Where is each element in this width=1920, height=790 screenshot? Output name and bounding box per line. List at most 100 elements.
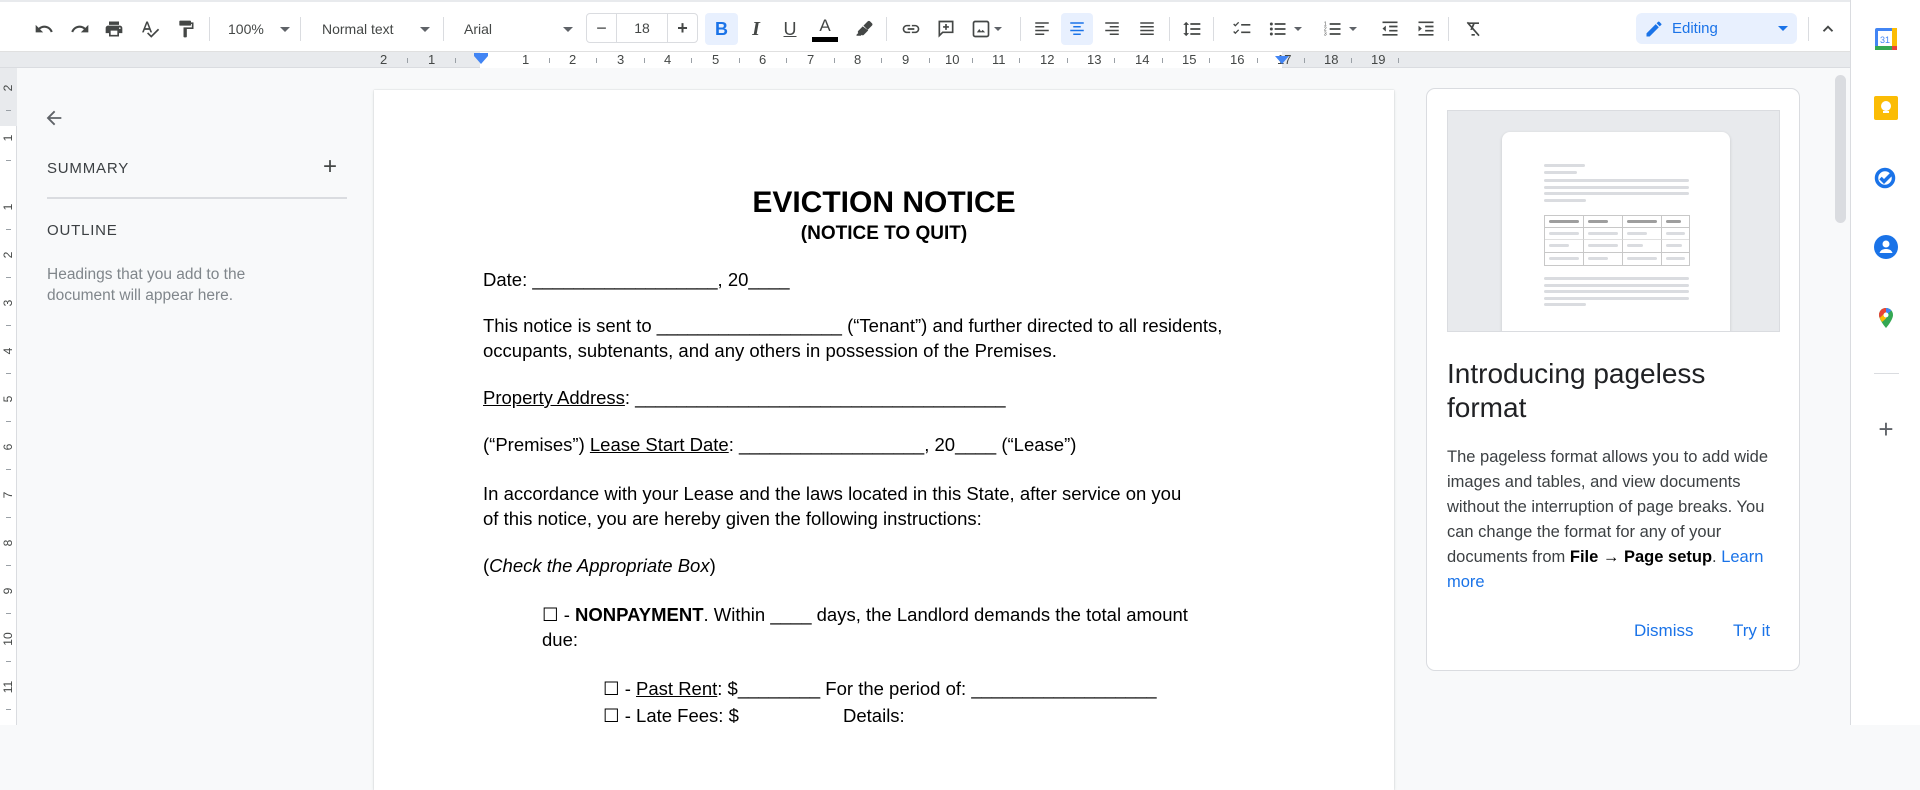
checklist-icon	[1233, 21, 1251, 35]
align-right-button[interactable]	[1098, 15, 1126, 43]
undo-button[interactable]	[30, 15, 58, 43]
document-page[interactable]: EVICTION NOTICE (NOTICE TO QUIT) Date: _…	[374, 90, 1394, 790]
insert-image-button[interactable]	[967, 15, 1005, 43]
notice-line-1: This notice is sent to _________________…	[483, 315, 1223, 336]
align-center-button[interactable]	[1061, 13, 1093, 45]
ruler-tick	[6, 517, 11, 518]
ruler-tick	[1019, 58, 1020, 63]
bold-button[interactable]: B	[705, 13, 738, 45]
collapse-toolbar-button[interactable]	[1814, 15, 1842, 43]
ruler-tick	[407, 58, 408, 63]
chevron-down-icon	[280, 27, 290, 32]
try-it-button[interactable]: Try it	[1729, 619, 1774, 643]
redo-button[interactable]	[66, 15, 94, 43]
close-outline-button[interactable]	[40, 104, 68, 132]
style-select[interactable]: Normal text	[310, 15, 434, 43]
checkbox[interactable]: ☐ -	[542, 604, 575, 625]
ruler-tick-label: 2	[1, 84, 15, 92]
lease-start-label: Lease Start Date	[589, 434, 729, 455]
checkbox[interactable]: ☐ -	[603, 678, 636, 699]
editing-mode-label: Editing	[1672, 20, 1718, 37]
decrease-indent-button[interactable]	[1376, 15, 1404, 43]
ruler-tick-label: 4	[1, 347, 15, 355]
toolbar-divider	[1213, 17, 1214, 41]
highlight-button[interactable]	[850, 15, 878, 43]
vertical-scrollbar[interactable]	[1835, 75, 1846, 223]
illustration-line	[1544, 192, 1689, 195]
decrease-font-button[interactable]: −	[587, 14, 617, 42]
ruler-tick-label: 1	[1, 134, 15, 142]
text-color-button[interactable]: A	[810, 15, 840, 43]
maps-icon	[1879, 308, 1893, 328]
ruler-tick-label: 12	[1040, 52, 1055, 67]
ruler-tick-label: 3	[617, 52, 625, 67]
spellcheck-button[interactable]	[136, 15, 164, 43]
ruler-tick-label: 10	[945, 52, 960, 67]
ruler-tick	[6, 661, 11, 662]
pageless-card-title: Introducing pageless format	[1447, 358, 1706, 423]
ruler-tick-label: 4	[664, 52, 672, 67]
toolbar-divider	[443, 17, 444, 41]
checklist-button[interactable]	[1228, 15, 1256, 43]
clear-formatting-button[interactable]	[1460, 15, 1488, 43]
notice-line-2: occupants, subtenants, and any others in…	[483, 340, 1057, 361]
increase-font-button[interactable]: +	[668, 14, 697, 42]
keep-app-button[interactable]	[1874, 96, 1898, 120]
align-left-button[interactable]	[1028, 15, 1056, 43]
bulleted-list-button[interactable]	[1263, 15, 1307, 43]
font-select[interactable]: Arial	[452, 15, 580, 43]
align-left-icon	[1035, 22, 1049, 35]
italic-button[interactable]: I	[742, 15, 770, 43]
font-size-input[interactable]: 18	[617, 14, 668, 42]
numbered-list-button[interactable]: 123	[1318, 15, 1362, 43]
increase-indent-button[interactable]	[1412, 15, 1440, 43]
side-panel: 31 +	[1850, 0, 1920, 725]
toolbar-divider	[1169, 17, 1170, 41]
link-button[interactable]	[897, 15, 925, 43]
ruler-tick	[596, 58, 597, 63]
right-indent-marker[interactable]	[1275, 56, 1289, 64]
justify-button[interactable]	[1133, 15, 1161, 43]
ruler-tick-label: 13	[1087, 52, 1102, 67]
increase-indent-icon	[1418, 21, 1434, 36]
ruler-tick-label: 7	[807, 52, 815, 67]
get-addons-button[interactable]: +	[1873, 413, 1899, 444]
highlight-icon	[856, 20, 873, 36]
tasks-icon	[1874, 167, 1896, 189]
toolbar-divider	[1020, 17, 1021, 41]
pageless-format-card: Introducing pageless format The pageless…	[1426, 88, 1800, 671]
print-button[interactable]	[100, 15, 128, 43]
ruler-tick	[1162, 58, 1163, 63]
horizontal-ruler[interactable]: 2 1 1 2 3 4 5 6 7 8 9 10 11 12 13 14 15 16 17 18 19	[0, 52, 1850, 68]
editing-mode-select[interactable]: Editing	[1636, 13, 1797, 44]
left-indent-marker[interactable]	[474, 56, 488, 64]
plus-icon: +	[1878, 413, 1894, 444]
past-rent-text: : $________ For the period of: _________…	[717, 678, 1157, 699]
chevron-up-icon	[1822, 25, 1834, 32]
contacts-app-button[interactable]	[1874, 235, 1898, 259]
tasks-app-button[interactable]	[1874, 165, 1898, 189]
calendar-app-button[interactable]: 31	[1874, 27, 1898, 51]
paint-format-button[interactable]	[172, 15, 200, 43]
justify-icon	[1140, 22, 1154, 35]
line-spacing-button[interactable]	[1178, 15, 1206, 43]
add-summary-button[interactable]: +	[317, 153, 343, 180]
zoom-select[interactable]: 100%	[222, 15, 294, 43]
underline-button[interactable]: U	[776, 15, 804, 43]
add-comment-button[interactable]	[932, 15, 960, 43]
italic-icon: I	[752, 17, 760, 40]
ruler-tick-label: 8	[1, 539, 15, 547]
document-outline-panel: SUMMARY + OUTLINE Headings that you add …	[18, 68, 358, 725]
ruler-tick-label: 9	[902, 52, 910, 67]
maps-app-button[interactable]	[1874, 306, 1898, 330]
lease-start-blank: : __________________, 20____ (“Lease”)	[728, 434, 1077, 455]
illustration-line	[1544, 303, 1586, 306]
toolbar-divider	[886, 17, 887, 41]
vertical-ruler[interactable]: 2 1 1 2 3 4 5 6 7 8 9 10 11	[0, 68, 17, 725]
print-icon	[105, 21, 123, 37]
add-comment-icon	[938, 20, 954, 38]
summary-heading: SUMMARY	[47, 160, 129, 177]
illustration-line	[1544, 186, 1689, 189]
dismiss-button[interactable]: Dismiss	[1630, 619, 1698, 643]
ruler-tick-label: 11	[992, 52, 1006, 67]
